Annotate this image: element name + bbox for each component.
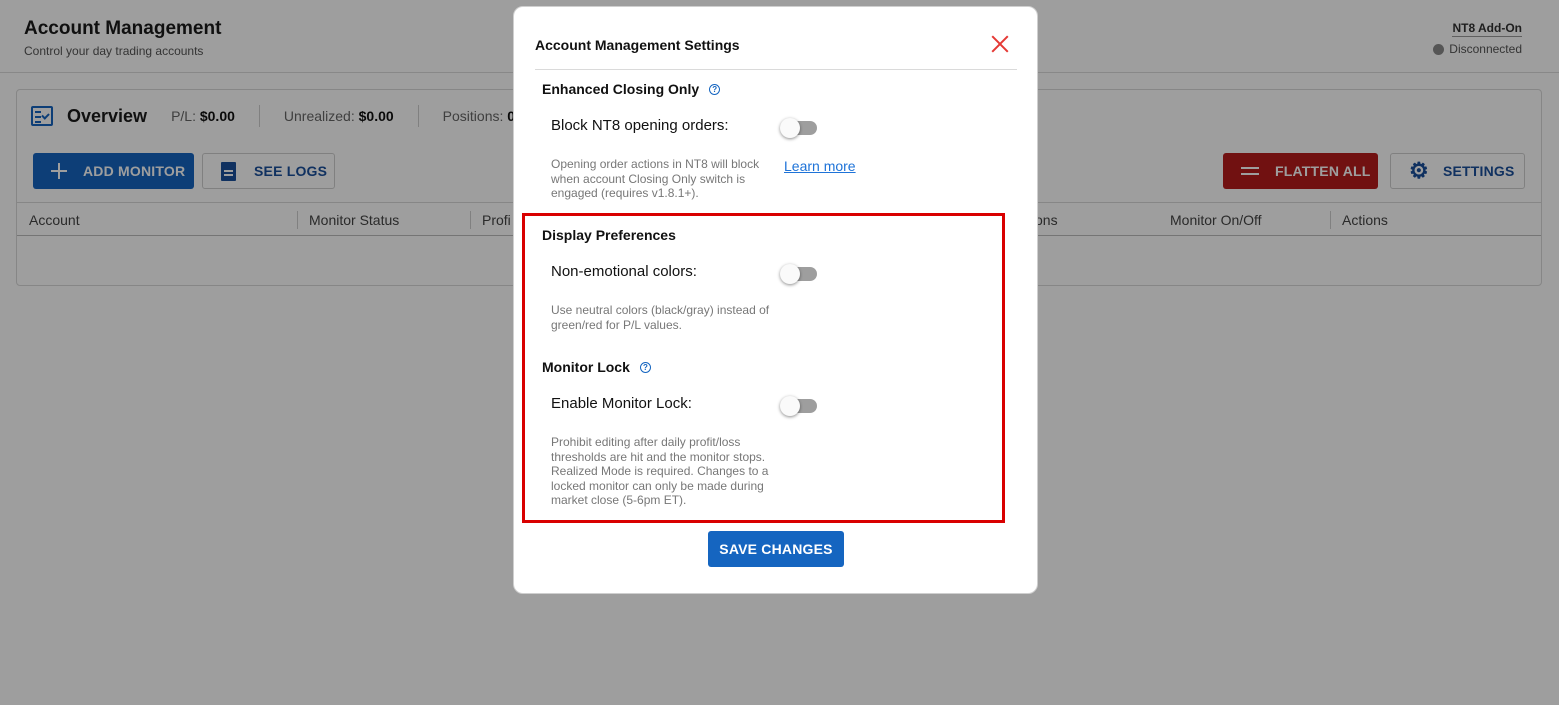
display-preferences-description: Use neutral colors (black/gray) instead … [551,303,770,332]
non-emotional-colors-label: Non-emotional colors: [551,263,697,280]
close-icon[interactable] [991,35,1009,53]
block-opening-orders-toggle[interactable] [780,118,817,138]
display-preferences-section-title: Display Preferences [542,227,676,243]
monitor-lock-description: Prohibit editing after daily profit/loss… [551,435,769,507]
help-icon[interactable]: ? [709,83,721,95]
non-emotional-colors-toggle[interactable] [780,264,817,284]
monitor-lock-section-title: Monitor Lock ? [542,359,651,375]
enhanced-closing-description: Opening order actions in NT8 will block … [551,157,760,200]
modal-divider [535,69,1017,70]
display-preferences-title-text: Display Preferences [542,227,676,243]
learn-more-link[interactable]: Learn more [784,158,856,174]
enable-monitor-lock-label: Enable Monitor Lock: [551,395,692,412]
enable-monitor-lock-toggle[interactable] [780,396,817,416]
enhanced-closing-title-text: Enhanced Closing Only [542,81,700,97]
save-changes-button[interactable]: SAVE CHANGES [708,531,844,567]
help-icon[interactable]: ? [639,361,651,373]
modal-title: Account Management Settings [535,37,740,53]
enhanced-closing-section-title: Enhanced Closing Only ? [542,81,721,97]
settings-modal: Account Management Settings Enhanced Clo… [513,6,1038,594]
monitor-lock-title-text: Monitor Lock [542,359,630,375]
block-opening-orders-label: Block NT8 opening orders: [551,117,729,134]
